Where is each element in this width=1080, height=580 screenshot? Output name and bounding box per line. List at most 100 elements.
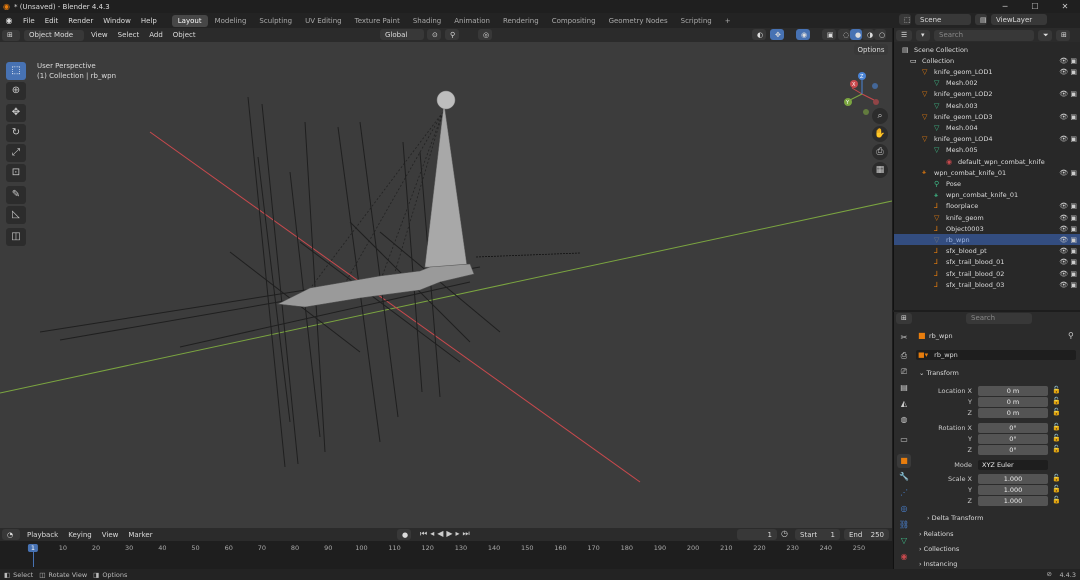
filter-icon[interactable]: ⏷ [1038, 29, 1052, 41]
visibility-toggle-icon[interactable]: 👁 ▣ [1059, 247, 1077, 255]
data-tab-icon[interactable]: ▽ [897, 534, 911, 548]
visibility-toggle-icon[interactable]: 👁 ▣ [1059, 68, 1077, 76]
menu-timeline-view[interactable]: View [97, 531, 124, 539]
outliner-row-object-knife-geom-lod1[interactable]: ▽ knife_geom_LOD1 👁 ▣ [894, 66, 1080, 77]
menu-window[interactable]: Window [98, 17, 136, 25]
rendered-shading-icon[interactable]: ○ [874, 29, 886, 40]
scene-tab-icon[interactable]: ◭ [897, 397, 911, 411]
rotation-mode-select[interactable]: XYZ Euler [978, 460, 1048, 470]
current-frame-field[interactable]: 1 [737, 529, 777, 540]
outliner-row-pose[interactable]: ⚲ Pose [894, 178, 1080, 189]
tab-geometry-nodes[interactable]: Geometry Nodes [603, 15, 674, 27]
scale-tool[interactable]: ⤢ [6, 144, 26, 162]
viewlayer-selector[interactable]: ViewLayer [991, 14, 1047, 25]
viewlayer-icon[interactable]: ▤ [975, 14, 987, 25]
visibility-toggle-icon[interactable]: 👁 ▣ [1059, 258, 1077, 266]
menu-keying[interactable]: Keying [63, 531, 97, 539]
view-layer-tab-icon[interactable]: ▤ [897, 381, 911, 395]
camera-view-icon[interactable]: ⎙ [872, 144, 888, 160]
outliner-row-object-knife-geom-lod4[interactable]: ▽ knife_geom_LOD4 👁 ▣ [894, 134, 1080, 145]
rotation-x-field[interactable]: 0° [978, 423, 1048, 433]
transform-panel-header[interactable]: ⌄ Transform [919, 369, 959, 377]
annotate-tool[interactable]: ✎ [6, 186, 26, 204]
location-z-field[interactable]: 0 m [978, 408, 1048, 418]
outliner-row-mesh-004[interactable]: ▽ Mesh.004 [894, 122, 1080, 133]
outliner-row-collection[interactable]: ▭ Collection 👁 ▣ [894, 55, 1080, 66]
perspective-toggle-icon[interactable]: ▦ [872, 162, 888, 178]
visibility-toggle-icon[interactable]: 👁 ▣ [1059, 281, 1077, 289]
move-tool[interactable]: ✥ [6, 104, 26, 122]
menu-select[interactable]: Select [113, 31, 145, 39]
world-tab-icon[interactable]: ◍ [897, 413, 911, 427]
lock-toggle-icon[interactable]: 🔓 [1052, 474, 1061, 482]
end-frame-field[interactable]: End 250 [844, 529, 889, 540]
editor-type-icon[interactable]: ⊞ [2, 29, 20, 41]
pin-icon[interactable]: ⚲ [1068, 331, 1074, 340]
menu-playback[interactable]: Playback [22, 531, 63, 539]
menu-render[interactable]: Render [63, 17, 98, 25]
tab-rendering[interactable]: Rendering [497, 15, 545, 27]
outliner-row-armature-data[interactable]: ⚹ wpn_combat_knife_01 [894, 190, 1080, 201]
visibility-toggle-icon[interactable]: 👁 ▣ [1059, 270, 1077, 278]
transform-orientation[interactable]: Global [380, 29, 424, 40]
tab-modeling[interactable]: Modeling [209, 15, 253, 27]
outliner-row-mesh-005[interactable]: ▽ Mesh.005 [894, 145, 1080, 156]
gizmo-toggle-icon[interactable]: ✥ [770, 29, 784, 40]
rotation-y-field[interactable]: 0° [978, 434, 1048, 444]
display-mode-icon[interactable]: ▾ [916, 29, 930, 41]
outliner-row-sfx-trail-blood-01[interactable]: ⅃ sfx_trail_blood_01 👁 ▣ [894, 257, 1080, 268]
rotate-tool[interactable]: ↻ [6, 124, 26, 142]
outliner-row-object-knife-geom-lod2[interactable]: ▽ knife_geom_LOD2 👁 ▣ [894, 89, 1080, 100]
playback-controls[interactable]: ⏮◂◀▶▸⏭ [420, 529, 473, 539]
particles-tab-icon[interactable]: ⋰ [897, 486, 911, 500]
collections-panel[interactable]: › Collections [919, 545, 959, 553]
tab-animation[interactable]: Animation [448, 15, 496, 27]
tab-compositing[interactable]: Compositing [546, 15, 602, 27]
object-name-field[interactable]: rb_wpn [934, 351, 958, 359]
tab-layout[interactable]: Layout [171, 14, 208, 27]
frame-ruler[interactable]: 1 10 20 30 40 50 60 70 80 90 100 110 120 130 140 150 160… [0, 541, 892, 569]
properties-editor-type-icon[interactable]: ⊞ [896, 312, 912, 324]
outliner-row-sfx-blood-pt[interactable]: ⅃ sfx_blood_pt 👁 ▣ [894, 246, 1080, 257]
transform-tool[interactable]: ⊡ [6, 164, 26, 182]
tab-texture-paint[interactable]: Texture Paint [349, 15, 406, 27]
relations-panel[interactable]: › Relations [919, 530, 954, 538]
scale-z-field[interactable]: 1.000 [978, 496, 1048, 506]
zoom-icon[interactable]: ⌕ [872, 108, 888, 124]
physics-tab-icon[interactable]: ◎ [897, 502, 911, 516]
scale-x-field[interactable]: 1.000 [978, 474, 1048, 484]
menu-edit[interactable]: Edit [40, 17, 64, 25]
scene-selector[interactable]: Scene [915, 14, 971, 25]
visibility-toggle-icon[interactable]: 👁 ▣ [1059, 202, 1077, 210]
outliner-row-material-default[interactable]: ◉ default_wpn_combat_knife [894, 156, 1080, 167]
scale-y-field[interactable]: 1.000 [978, 485, 1048, 495]
lock-toggle-icon[interactable]: 🔓 [1052, 408, 1061, 416]
minimize-button[interactable]: ─ [990, 0, 1020, 13]
constraints-tab-icon[interactable]: ⛓ [897, 518, 911, 532]
instancing-panel[interactable]: › Instancing [919, 560, 957, 568]
lock-toggle-icon[interactable]: 🔓 [1052, 445, 1061, 453]
visibility-toggle-icon[interactable]: 👁 ▣ [1059, 90, 1077, 98]
menu-view[interactable]: View [86, 31, 113, 39]
outliner-row-armature-combat-knife[interactable]: ⚹ wpn_combat_knife_01 👁 ▣ [894, 167, 1080, 178]
visibility-toggle-icon[interactable]: 👁 ▣ [1059, 135, 1077, 143]
material-tab-icon[interactable]: ◉ [897, 550, 911, 564]
auto-key-icon[interactable]: ● [397, 529, 411, 540]
maximize-button[interactable]: ☐ [1020, 0, 1050, 13]
render-tab-icon[interactable]: ⎙ [897, 349, 911, 363]
menu-file[interactable]: File [18, 17, 40, 25]
3d-viewport[interactable]: ⬚ ⊕ ✥ ↻ ⤢ ⊡ ✎ ◺ ◫ User Perspective (1) C… [0, 42, 892, 528]
modifiers-tab-icon[interactable]: 🔧 [897, 470, 911, 484]
location-y-field[interactable]: 0 m [978, 397, 1048, 407]
visibility-toggle-icon[interactable]: 👁 ▣ [1059, 214, 1077, 222]
delta-transform-panel[interactable]: › Delta Transform [927, 514, 983, 522]
options-button[interactable]: Options [854, 44, 888, 55]
lock-toggle-icon[interactable]: 🔓 [1052, 386, 1061, 394]
solid-shading-icon[interactable]: ● [850, 29, 862, 40]
location-x-field[interactable]: 0 m [978, 386, 1048, 396]
outliner-row-knife-geom[interactable]: ▽ knife_geom 👁 ▣ [894, 212, 1080, 223]
material-shading-icon[interactable]: ◑ [862, 29, 874, 40]
outliner-editor-type-icon[interactable]: ☰ [896, 29, 912, 41]
menu-object[interactable]: Object [168, 31, 201, 39]
outliner-row-sfx-trail-blood-02[interactable]: ⅃ sfx_trail_blood_02 👁 ▣ [894, 268, 1080, 279]
